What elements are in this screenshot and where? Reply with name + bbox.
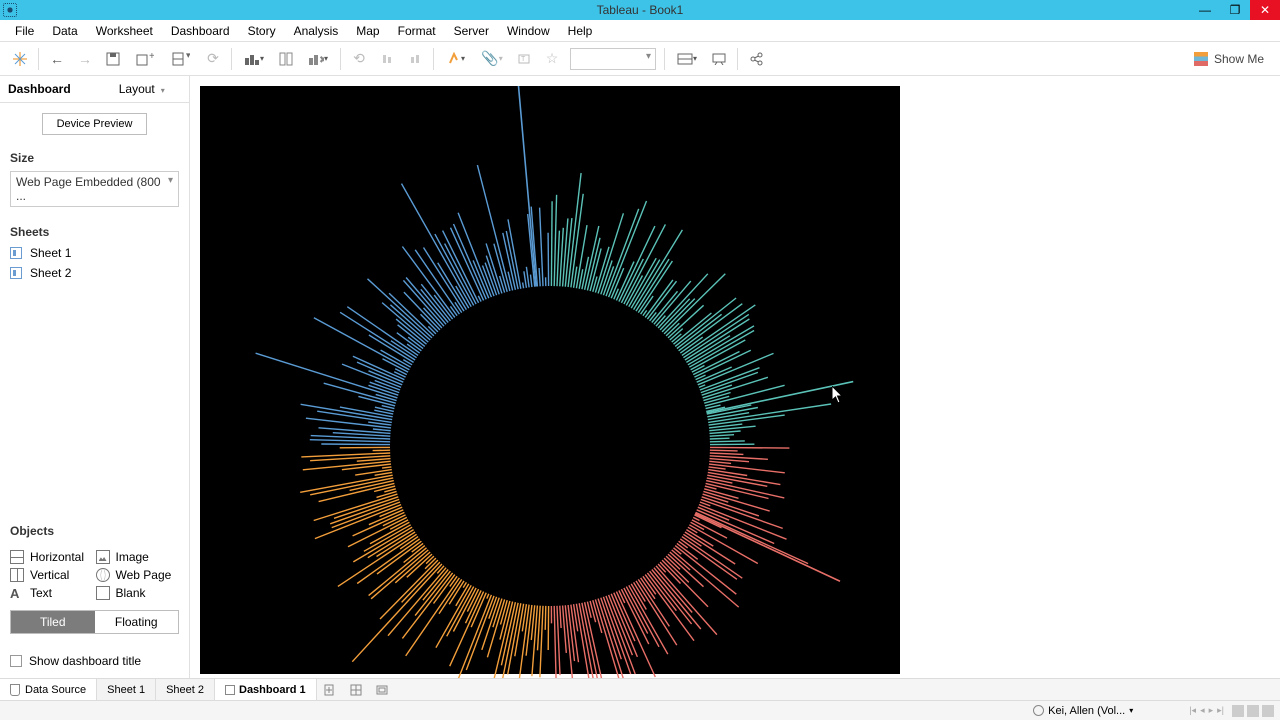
presentation-mode-button[interactable]: [705, 46, 733, 72]
menu-server[interactable]: Server: [445, 22, 498, 40]
menu-data[interactable]: Data: [43, 22, 86, 40]
show-title-checkbox[interactable]: [10, 655, 22, 667]
svg-text:+: +: [149, 52, 154, 62]
fit-width-button[interactable]: ▾: [669, 46, 705, 72]
objects-section-label: Objects: [0, 518, 189, 540]
window-titlebar: Tableau - Book1 — ❐ ✕: [0, 0, 1280, 20]
sheets-section-label: Sheets: [0, 219, 189, 241]
object-image[interactable]: Image: [96, 550, 180, 564]
save-button[interactable]: [99, 46, 127, 72]
radial-spike-chart: [200, 86, 900, 678]
highlight-button[interactable]: ▾: [438, 46, 474, 72]
menu-worksheet[interactable]: Worksheet: [87, 22, 162, 40]
user-icon: [1033, 705, 1044, 716]
star-button[interactable]: ☆: [538, 46, 566, 72]
vertical-icon: [10, 568, 24, 582]
menu-format[interactable]: Format: [389, 22, 445, 40]
svg-text:▾: ▾: [186, 52, 190, 60]
dashboard-sidebar: Dashboard Layout Device Preview Size Web…: [0, 76, 190, 678]
menu-bar: File Data Worksheet Dashboard Story Anal…: [0, 20, 1280, 42]
sheet-label: Sheet 2: [30, 266, 71, 280]
tab-data-source[interactable]: Data Source: [0, 679, 97, 700]
close-button[interactable]: ✕: [1250, 0, 1280, 20]
sidebar-tab-layout[interactable]: Layout: [95, 76, 190, 102]
group-button[interactable]: ⟲: [345, 46, 373, 72]
webpage-icon: [96, 568, 110, 582]
totals-button[interactable]: [401, 46, 429, 72]
status-bar: Kei, Allen (Vol... ▾ |◂◂▸▸|: [0, 700, 1280, 720]
nav-buttons[interactable]: |◂◂▸▸|: [1189, 705, 1224, 716]
pin-button[interactable]: 📎▾: [474, 46, 510, 72]
data-source-icon: [10, 684, 20, 696]
blank-icon: [96, 586, 110, 600]
size-dropdown[interactable]: Web Page Embedded (800 ...: [10, 171, 179, 207]
dashboard-icon: [225, 685, 235, 695]
refresh-button[interactable]: ⟳: [199, 46, 227, 72]
new-worksheet-button[interactable]: ▾: [163, 46, 199, 72]
sheet-item-2[interactable]: Sheet 2: [10, 263, 179, 283]
app-icon: [3, 3, 17, 17]
view-mode-1[interactable]: [1232, 705, 1244, 717]
show-me-icon: [1194, 52, 1208, 66]
object-vertical[interactable]: Vertical: [10, 568, 94, 582]
image-icon: [96, 550, 110, 564]
sort-asc-button[interactable]: [272, 46, 300, 72]
device-preview-button[interactable]: Device Preview: [42, 113, 148, 135]
tab-sheet-2[interactable]: Sheet 2: [156, 679, 215, 700]
show-me-button[interactable]: Show Me: [1184, 52, 1274, 66]
minimize-button[interactable]: —: [1190, 0, 1220, 20]
canvas-area: [190, 76, 1280, 678]
svg-text:T: T: [521, 56, 526, 63]
window-title: Tableau - Book1: [597, 3, 684, 17]
menu-story[interactable]: Story: [239, 22, 285, 40]
worksheet-icon: [10, 267, 22, 279]
tiled-button[interactable]: Tiled: [11, 611, 95, 633]
menu-map[interactable]: Map: [347, 22, 388, 40]
object-webpage[interactable]: Web Page: [96, 568, 180, 582]
fit-dropdown[interactable]: [570, 48, 656, 70]
horizontal-icon: [10, 550, 24, 564]
user-menu[interactable]: Kei, Allen (Vol... ▾: [1033, 705, 1133, 717]
menu-window[interactable]: Window: [498, 22, 559, 40]
new-worksheet-tab-button[interactable]: [317, 679, 343, 700]
new-data-source-button[interactable]: +: [127, 46, 163, 72]
menu-analysis[interactable]: Analysis: [285, 22, 348, 40]
tab-sheet-1[interactable]: Sheet 1: [97, 679, 156, 700]
worksheet-icon: [10, 247, 22, 259]
floating-button[interactable]: Floating: [95, 611, 179, 633]
view-mode-3[interactable]: [1262, 705, 1274, 717]
maximize-button[interactable]: ❐: [1220, 0, 1250, 20]
menu-help[interactable]: Help: [559, 22, 602, 40]
size-section-label: Size: [0, 145, 189, 167]
show-me-label: Show Me: [1214, 52, 1264, 66]
labels-button[interactable]: T: [510, 46, 538, 72]
menu-file[interactable]: File: [6, 22, 43, 40]
sheet-item-1[interactable]: Sheet 1: [10, 243, 179, 263]
object-text[interactable]: Text: [10, 586, 94, 600]
tile-float-toggle[interactable]: Tiled Floating: [10, 610, 179, 634]
view-mode-2[interactable]: [1247, 705, 1259, 717]
show-mark-labels-button[interactable]: [373, 46, 401, 72]
sheet-label: Sheet 1: [30, 246, 71, 260]
sort-desc-button[interactable]: ✖▾: [300, 46, 336, 72]
tableau-logo-button[interactable]: [6, 46, 34, 72]
text-icon: [10, 586, 24, 600]
object-horizontal[interactable]: Horizontal: [10, 550, 94, 564]
dashboard-canvas[interactable]: [200, 86, 900, 674]
show-title-label: Show dashboard title: [29, 654, 141, 668]
new-dashboard-tab-button[interactable]: [343, 679, 369, 700]
sheet-tabs-bar: Data Source Sheet 1 Sheet 2 Dashboard 1: [0, 678, 1280, 700]
tab-dashboard-1[interactable]: Dashboard 1: [215, 679, 317, 700]
undo-button[interactable]: ←: [43, 46, 71, 72]
sidebar-tab-dashboard[interactable]: Dashboard: [0, 76, 95, 102]
object-blank[interactable]: Blank: [96, 586, 180, 600]
new-story-tab-button[interactable]: [369, 679, 395, 700]
toolbar: ← → + ▾ ⟳ ▾ ✖▾ ⟲ ▾ 📎▾ T ☆ ▾: [0, 42, 1280, 76]
share-button[interactable]: [742, 46, 770, 72]
swap-button[interactable]: ▾: [236, 46, 272, 72]
redo-button[interactable]: →: [71, 46, 99, 72]
menu-dashboard[interactable]: Dashboard: [162, 22, 239, 40]
